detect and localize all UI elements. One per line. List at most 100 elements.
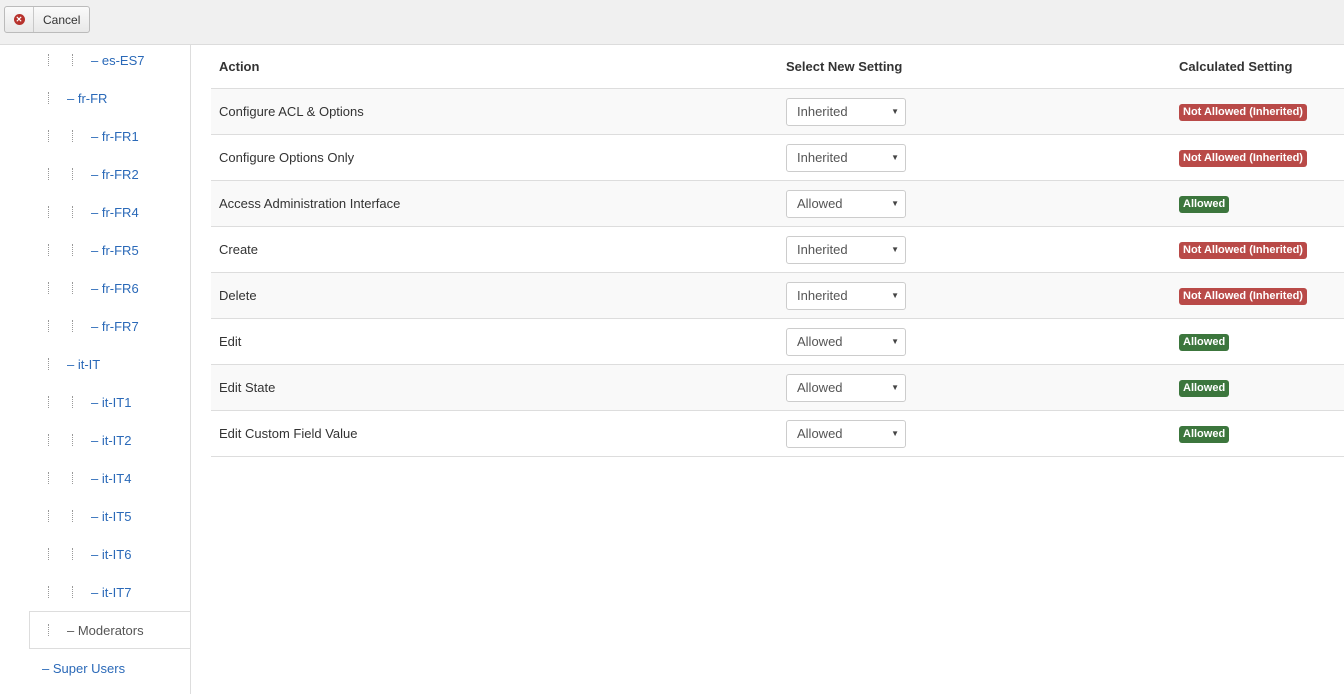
setting-select[interactable]: Allowed ▼ xyxy=(786,327,906,356)
action-label: Create xyxy=(219,242,259,257)
action-cell: Access Administration Interface xyxy=(211,180,786,227)
tree-guide-line xyxy=(72,282,73,294)
group-tree: – es-ES7 – fr-FR – fr-FR1 – fr-FR2 – fr-FR4 –… xyxy=(0,45,191,694)
tree-item[interactable]: – fr-FR4 xyxy=(0,193,190,231)
tree-item[interactable]: – it-IT5 xyxy=(0,497,190,535)
caret-down-icon: ▼ xyxy=(891,199,899,208)
header-action: Action xyxy=(211,45,786,89)
calculated-badge: Not Allowed (Inherited) xyxy=(1179,149,1307,167)
calculated-cell: Not Allowed (Inherited) xyxy=(1179,134,1344,181)
tree-item-label: – fr-FR xyxy=(67,90,108,106)
tree-item[interactable]: – it-IT2 xyxy=(0,421,190,459)
tree-guide-line xyxy=(48,548,49,560)
tree-item[interactable]: – fr-FR5 xyxy=(0,231,190,269)
tree-guide-line xyxy=(48,358,49,370)
action-cell: Edit xyxy=(211,318,786,365)
tree-guide-line xyxy=(72,130,73,142)
select-cell: Inherited ▼ xyxy=(786,88,1179,135)
tree-item-label: – it-IT5 xyxy=(91,508,132,524)
calculated-badge: Not Allowed (Inherited) xyxy=(1179,241,1307,259)
tree-item[interactable]: – fr-FR1 xyxy=(0,117,190,155)
calculated-badge: Allowed xyxy=(1179,379,1230,397)
tree-item[interactable]: – it-IT4 xyxy=(0,459,190,497)
cancel-button[interactable]: ✕ Cancel xyxy=(4,6,90,33)
tree-item[interactable]: – Super Users xyxy=(0,649,190,687)
setting-select-value: Inherited xyxy=(797,288,848,303)
tree-guide-line xyxy=(48,54,49,66)
tree-item-label: – fr-FR5 xyxy=(91,242,139,258)
tree-guide-line xyxy=(72,510,73,522)
calculated-badge: Not Allowed (Inherited) xyxy=(1179,103,1307,121)
tree-guide-line xyxy=(48,282,49,294)
tree-guide-line xyxy=(48,320,49,332)
calculated-cell: Allowed xyxy=(1179,364,1344,411)
cancel-label: Cancel xyxy=(43,12,81,27)
tree-guide-line xyxy=(72,244,73,256)
caret-down-icon: ▼ xyxy=(891,337,899,346)
setting-select[interactable]: Inherited ▼ xyxy=(786,281,906,310)
select-cell: Inherited ▼ xyxy=(786,272,1179,319)
tree-item-label: – fr-FR4 xyxy=(91,204,139,220)
tree-item-label: – fr-FR6 xyxy=(91,280,139,296)
tree-guide-line xyxy=(72,396,73,408)
select-cell: Allowed ▼ xyxy=(786,318,1179,365)
calculated-badge: Not Allowed (Inherited) xyxy=(1179,287,1307,305)
tree-item[interactable]: – it-IT xyxy=(0,345,190,383)
table-header-row: Action Select New Setting Calculated Set… xyxy=(211,45,1344,89)
setting-select[interactable]: Inherited ▼ xyxy=(786,235,906,264)
tree-guide-line xyxy=(72,206,73,218)
tree-guide-line xyxy=(48,206,49,218)
tree-guide-line xyxy=(48,92,49,104)
setting-select-value: Allowed xyxy=(797,334,843,349)
setting-select[interactable]: Inherited ▼ xyxy=(786,97,906,126)
setting-select-value: Allowed xyxy=(797,196,843,211)
table-row: Edit Custom Field Value Allowed ▼ Allowed xyxy=(211,410,1344,457)
cancel-circle-icon: ✕ xyxy=(13,14,25,25)
tree-guide-line xyxy=(48,130,49,142)
tree-item[interactable]: – fr-FR xyxy=(0,79,190,117)
tree-item-label: – fr-FR7 xyxy=(91,318,139,334)
permissions-table: Action Select New Setting Calculated Set… xyxy=(211,45,1344,457)
action-cell: Edit State xyxy=(211,364,786,411)
tree-item-label: – it-IT6 xyxy=(91,546,132,562)
table-row: Access Administration Interface Allowed ▼ A… xyxy=(211,180,1344,227)
table-row: Create Inherited ▼ Not Allowed (Inherited) xyxy=(211,226,1344,273)
header-calculated-setting: Calculated Setting xyxy=(1179,45,1344,89)
tree-item[interactable]: – it-IT6 xyxy=(0,535,190,573)
calculated-cell: Not Allowed (Inherited) xyxy=(1179,88,1344,135)
toolbar: ✕ Cancel xyxy=(0,0,1344,45)
tree-guide-line xyxy=(72,548,73,560)
tree-guide-line xyxy=(48,168,49,180)
table-row: Configure Options Only Inherited ▼ Not Allo… xyxy=(211,134,1344,181)
action-label: Configure Options Only xyxy=(219,150,355,165)
calculated-badge: Allowed xyxy=(1179,425,1230,443)
caret-down-icon: ▼ xyxy=(891,107,899,116)
action-label: Edit Custom Field Value xyxy=(219,426,358,441)
action-label: Access Administration Interface xyxy=(219,196,401,211)
action-cell: Edit Custom Field Value xyxy=(211,410,786,457)
action-label: Edit State xyxy=(219,380,276,395)
action-cell: Delete xyxy=(211,272,786,319)
calculated-cell: Not Allowed (Inherited) xyxy=(1179,272,1344,319)
tree-item[interactable]: – fr-FR6 xyxy=(0,269,190,307)
setting-select[interactable]: Allowed ▼ xyxy=(786,189,906,218)
tree-item-label: – es-ES7 xyxy=(91,52,145,68)
tree-item[interactable]: – it-IT1 xyxy=(0,383,190,421)
tree-item[interactable]: – fr-FR2 xyxy=(0,155,190,193)
setting-select[interactable]: Allowed ▼ xyxy=(786,419,906,448)
tree-item-label: – fr-FR2 xyxy=(91,166,139,182)
tree-item[interactable]: – fr-FR7 xyxy=(0,307,190,345)
tree-item-active[interactable]: – Moderators xyxy=(29,611,190,649)
action-cell: Configure Options Only xyxy=(211,134,786,181)
tree-item-label: – Moderators xyxy=(67,622,144,638)
select-cell: Allowed ▼ xyxy=(786,180,1179,227)
setting-select[interactable]: Allowed ▼ xyxy=(786,373,906,402)
tree-item-label: – it-IT4 xyxy=(91,470,132,486)
select-cell: Allowed ▼ xyxy=(786,364,1179,411)
tree-item[interactable]: – it-IT7 xyxy=(0,573,190,611)
tree-item[interactable]: – es-ES7 xyxy=(0,45,190,79)
tree-item-label: – it-IT2 xyxy=(91,432,132,448)
setting-select[interactable]: Inherited ▼ xyxy=(786,143,906,172)
setting-select-value: Inherited xyxy=(797,150,848,165)
select-cell: Inherited ▼ xyxy=(786,134,1179,181)
